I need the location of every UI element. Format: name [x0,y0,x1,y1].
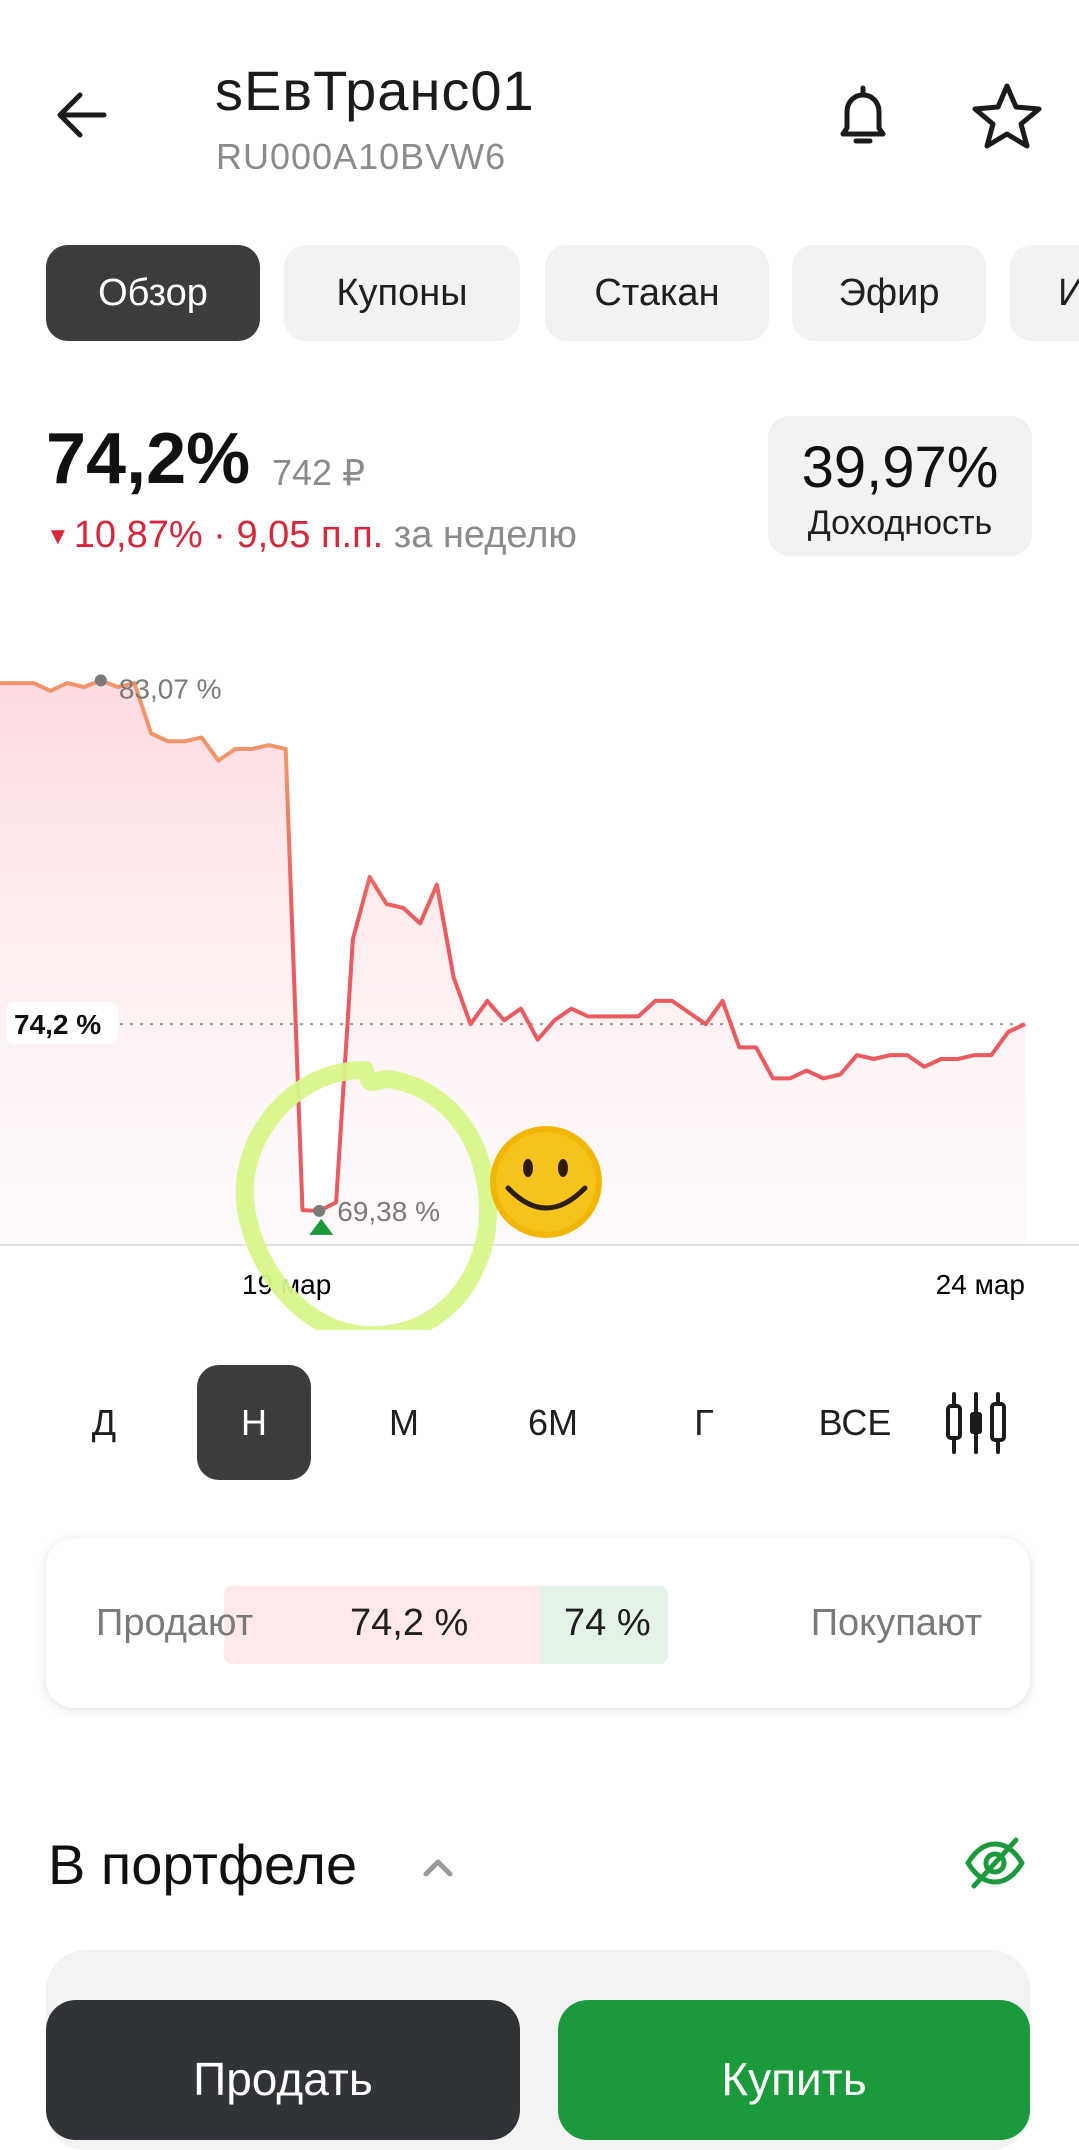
current-price-rub: 742 ₽ [272,452,365,493]
current-price-label: 74,2 % [14,1009,101,1040]
tab-coupons[interactable]: Купоны [284,245,520,341]
portfolio-title: В портфеле [48,1833,358,1896]
star-icon [972,83,1042,149]
candlestick-icon [946,1392,1006,1454]
buy-label: Покупают [810,1602,982,1644]
period-day[interactable]: Д [60,1365,148,1480]
tab-more[interactable]: И [1010,245,1079,341]
order-book-summary[interactable]: Продают 74,2 % 74 % Покупают [46,1538,1030,1708]
sell-price: 74,2 % [350,1602,469,1644]
period-6m[interactable]: 6М [498,1365,608,1480]
sell-button[interactable]: Продать [46,2000,520,2140]
yield-value: 39,97% [801,435,999,500]
tab-order-book[interactable]: Стакан [545,245,769,341]
buy-price: 74 % [564,1602,651,1644]
change-period: за неделю [393,514,577,556]
notifications-button[interactable] [825,78,901,154]
sell-label: Продают [96,1602,254,1644]
price-chart[interactable]: 74,2 %83,07 %69,38 % 19 мар 24 мар [0,600,1079,1330]
yield-card[interactable]: 39,97% Доходность [768,416,1032,556]
portfolio-toggle[interactable] [418,1848,458,1888]
period-week[interactable]: Н [197,1365,311,1480]
period-all[interactable]: ВСЕ [800,1365,910,1480]
min-value-label: 69,38 % [337,1196,440,1227]
period-month[interactable]: М [360,1365,448,1480]
change-percent: 10,87% [73,514,203,556]
page-title: sЕвТранс01 [215,59,535,122]
eye-off-icon [965,1837,1025,1889]
price-change: ▼ 10,87% · 9,05 п.п. за неделю [46,514,577,557]
x-tick-label: 24 мар [936,1269,1025,1300]
max-point [94,674,107,687]
hide-balance-button[interactable] [962,1830,1028,1896]
down-triangle-icon: ▼ [46,522,70,550]
back-button[interactable] [48,80,118,150]
yield-label: Доходность [807,504,993,542]
min-point [313,1204,326,1217]
tab-feed[interactable]: Эфир [792,245,986,341]
bell-icon [840,85,886,144]
current-price-percent: 74,2% [46,419,251,499]
max-value-label: 83,07 % [119,673,222,704]
smiley-emoji [490,1126,602,1238]
favorite-button[interactable] [968,78,1046,156]
period-year[interactable]: Г [660,1365,748,1480]
chart-type-button[interactable] [945,1390,1007,1456]
change-points: 9,05 п.п. [236,514,384,556]
buy-button[interactable]: Купить [558,2000,1030,2140]
arrow-left-icon [57,92,107,138]
change-separator: · [202,514,237,556]
chevron-up-icon [423,1859,453,1877]
isin-code: RU000A10BVW6 [216,136,507,177]
tab-overview[interactable]: Обзор [46,245,260,341]
